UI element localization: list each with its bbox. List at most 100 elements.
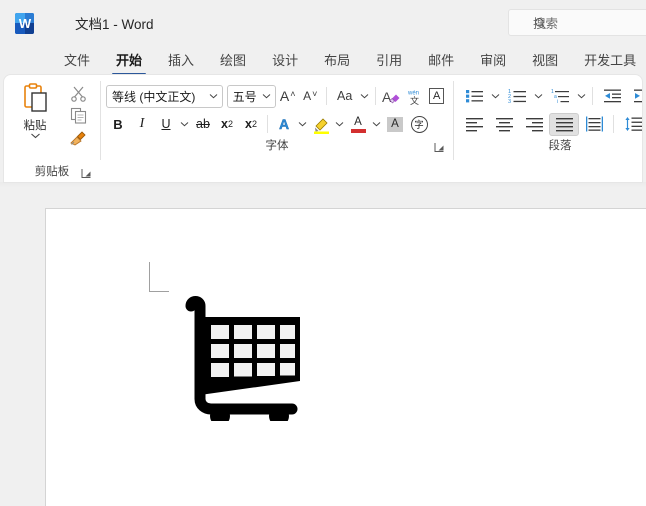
italic-label: I	[139, 116, 145, 131]
tab-layout[interactable]: 布局	[316, 50, 358, 75]
document-title: 文档1 - Word	[75, 17, 154, 32]
copy-button[interactable]	[70, 107, 87, 124]
chevron-down-icon	[298, 122, 307, 127]
line-spacing-icon	[624, 117, 642, 131]
numbered-list-icon: 1 2 3	[508, 89, 526, 104]
tab-home[interactable]: 开始	[108, 50, 150, 75]
font-size-value: 五号	[232, 89, 257, 104]
document-page[interactable]	[45, 208, 646, 506]
tab-draw[interactable]: 绘图	[212, 50, 254, 75]
text-effects-dropdown[interactable]	[296, 113, 309, 136]
strikethrough-button[interactable]: ab	[191, 113, 215, 136]
shrink-font-label: A	[303, 89, 312, 103]
chevron-down-icon	[577, 94, 586, 99]
chevron-down-icon	[491, 94, 500, 99]
distributed-align-button[interactable]	[579, 113, 609, 136]
font-name-combo[interactable]: 等线 (中文正文)	[106, 84, 223, 108]
superscript-button[interactable]: x2	[239, 113, 263, 136]
enclose-character-button[interactable]: 字	[407, 113, 431, 136]
justify-button[interactable]	[549, 112, 579, 136]
chevron-down-icon	[372, 122, 381, 127]
numbering-dropdown[interactable]	[532, 85, 545, 108]
line-spacing-button[interactable]	[618, 113, 642, 136]
bullets-dropdown[interactable]	[489, 85, 502, 108]
document-canvas[interactable]	[0, 188, 646, 506]
tab-file[interactable]: 文件	[56, 50, 98, 75]
strikethrough-label: ab	[196, 117, 210, 131]
search-icon	[535, 18, 546, 29]
font-color-button[interactable]: A	[346, 113, 370, 136]
font-color-dropdown[interactable]	[370, 113, 383, 136]
change-case-button[interactable]: Aa	[331, 85, 359, 108]
phonetic-guide-icon: wén 文	[407, 90, 419, 106]
shrink-font-button[interactable]: A ˅	[299, 85, 322, 108]
clipboard-dialog-launcher-icon[interactable]	[81, 168, 92, 179]
align-left-icon	[465, 117, 483, 131]
grow-font-label: A	[279, 88, 290, 104]
paragraph-group-label: 段落	[548, 140, 572, 152]
word-icon: W	[15, 12, 34, 34]
tab-view[interactable]: 视图	[524, 50, 566, 75]
chevron-down-icon[interactable]	[30, 132, 41, 139]
align-center-button[interactable]	[489, 113, 519, 136]
text-boundary-corner	[149, 262, 169, 292]
enclose-character-label: 字	[410, 115, 428, 133]
bold-button[interactable]: B	[106, 113, 130, 136]
underline-label: U	[161, 117, 171, 131]
italic-button[interactable]: I	[130, 113, 154, 136]
underline-dropdown[interactable]	[178, 113, 191, 136]
font-dialog-launcher-icon[interactable]	[434, 142, 445, 153]
copy-icon	[70, 107, 86, 124]
ribbon: 粘贴 剪贴板 等线 (中文正文) 五号 A ˄ A ˅ Aa A wén 文 A…	[4, 75, 642, 182]
character-border-button[interactable]: A	[425, 85, 448, 108]
underline-button[interactable]: U	[154, 113, 178, 136]
decrease-indent-button[interactable]	[597, 85, 627, 108]
tab-developer[interactable]: 开发工具	[576, 50, 644, 75]
align-center-icon	[495, 117, 513, 131]
tab-mailings[interactable]: 邮件	[420, 50, 462, 75]
align-right-button[interactable]	[519, 113, 549, 136]
shopping-cart-graphic[interactable]	[184, 291, 306, 421]
tab-design[interactable]: 设计	[264, 50, 306, 75]
multilevel-list-button[interactable]: 1 a i	[545, 85, 575, 108]
numbering-button[interactable]: 1 2 3	[502, 85, 532, 108]
paste-button[interactable]: 粘贴	[9, 81, 61, 162]
change-case-label: Aa	[337, 89, 353, 103]
search-box[interactable]: 搜索	[508, 9, 646, 36]
grow-font-button[interactable]: A ˄	[276, 85, 299, 108]
svg-text:A: A	[382, 89, 392, 105]
align-right-icon	[525, 117, 543, 131]
format-painter-icon	[70, 131, 86, 146]
cut-button[interactable]	[70, 85, 87, 102]
text-highlight-button[interactable]	[309, 113, 333, 136]
multilevel-list-dropdown[interactable]	[575, 85, 588, 108]
svg-text:wén: wén	[407, 90, 419, 96]
clear-formatting-button[interactable]: A	[380, 85, 403, 108]
text-highlight-dropdown[interactable]	[333, 113, 346, 136]
subscript-index: 2	[227, 119, 233, 129]
ribbon-group-clipboard: 粘贴 剪贴板	[4, 75, 100, 182]
chevron-down-icon	[534, 94, 543, 99]
font-size-combo[interactable]: 五号	[226, 84, 277, 108]
format-painter-button[interactable]	[69, 129, 87, 146]
svg-text:i: i	[557, 99, 558, 104]
superscript-label: x	[245, 117, 252, 131]
chevron-down-icon	[335, 122, 344, 127]
tab-references[interactable]: 引用	[368, 50, 410, 75]
text-effects-button[interactable]: A	[272, 113, 296, 136]
change-case-dropdown[interactable]	[359, 85, 371, 108]
decrease-indent-icon	[603, 89, 621, 103]
character-border-label: A	[428, 88, 445, 104]
phonetic-guide-button[interactable]: wén 文	[403, 85, 426, 108]
font-group-label: 字体	[106, 136, 448, 156]
bullets-button[interactable]	[459, 85, 489, 108]
font-color-label: A	[354, 115, 362, 128]
increase-indent-button[interactable]	[627, 85, 642, 108]
svg-text:文: 文	[410, 95, 419, 106]
tab-review[interactable]: 审阅	[472, 50, 514, 75]
text-shading-button[interactable]: A	[383, 113, 407, 136]
ribbon-group-font: 等线 (中文正文) 五号 A ˄ A ˅ Aa A wén 文 A B I U …	[101, 75, 453, 182]
subscript-button[interactable]: x2	[215, 113, 239, 136]
tab-insert[interactable]: 插入	[160, 50, 202, 75]
align-left-button[interactable]	[459, 113, 489, 136]
